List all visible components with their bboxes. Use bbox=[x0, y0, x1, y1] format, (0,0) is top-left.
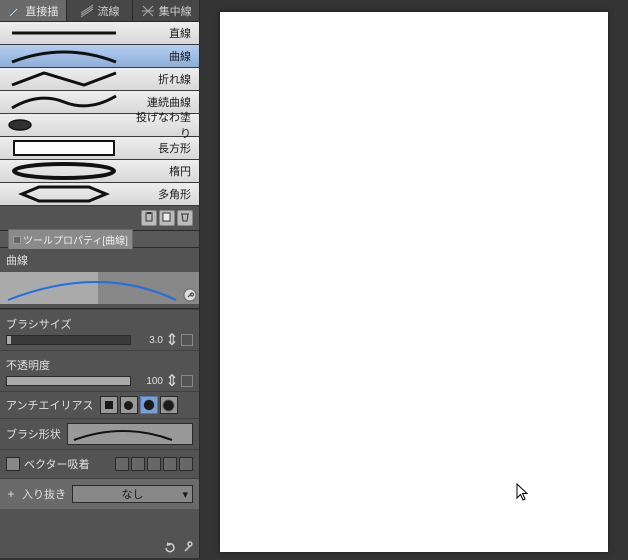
tool-label: 多角形 bbox=[128, 186, 199, 202]
inout-value: なし bbox=[122, 486, 144, 502]
vector-snap-options bbox=[115, 457, 193, 471]
tool-row-line[interactable]: 直線 bbox=[0, 22, 199, 45]
tool-label: 折れ線 bbox=[128, 71, 199, 87]
tool-property-tab[interactable]: ツールプロパティ[曲線] bbox=[8, 229, 133, 249]
vector-snap-opt-5[interactable] bbox=[179, 457, 193, 471]
vector-snap-opt-2[interactable] bbox=[131, 457, 145, 471]
focusline-icon bbox=[141, 4, 155, 18]
trash-icon bbox=[180, 209, 190, 227]
brush-size-stepper[interactable]: ⇕ bbox=[167, 334, 177, 346]
tool-row-curve[interactable]: 曲線 bbox=[0, 45, 199, 68]
brush-shape-label: ブラシ形状 bbox=[6, 426, 61, 442]
clipboard-button[interactable] bbox=[141, 210, 157, 226]
inout-select[interactable]: なし ▾ bbox=[72, 485, 193, 503]
curve-preview bbox=[0, 272, 199, 304]
antialias-option-none[interactable] bbox=[100, 396, 118, 414]
opacity-value[interactable]: 100 bbox=[135, 376, 163, 387]
reset-button[interactable] bbox=[163, 541, 177, 555]
mode-tab-label: 流線 bbox=[98, 3, 120, 19]
tool-label: 連続曲線 bbox=[128, 94, 199, 110]
tool-preview-rectangle bbox=[0, 137, 128, 159]
tool-label: 楕円 bbox=[128, 163, 199, 179]
tool-label: 曲線 bbox=[128, 48, 199, 64]
plus-icon: + bbox=[7, 487, 14, 501]
wrench-icon bbox=[181, 542, 195, 559]
tool-preview-curve bbox=[0, 45, 128, 67]
inout-expand-button[interactable]: + bbox=[6, 487, 16, 501]
trash-button[interactable] bbox=[177, 210, 193, 226]
brush-size-link-toggle[interactable] bbox=[181, 334, 193, 346]
tool-preview-polygon bbox=[0, 183, 128, 205]
brush-size-value[interactable]: 3.0 bbox=[135, 335, 163, 346]
mode-tab-label: 直接描 bbox=[25, 3, 58, 19]
sheet-icon bbox=[162, 209, 172, 227]
vector-snap-checkbox[interactable] bbox=[6, 457, 20, 471]
tool-list: 直線 曲線 折れ線 連続曲線 投げなわ塗り 長方形 楕円 多角形 bbox=[0, 22, 199, 206]
preview-title: 曲線 bbox=[0, 248, 199, 272]
tool-row-polygon[interactable]: 多角形 bbox=[0, 183, 199, 206]
wrench-button[interactable] bbox=[181, 541, 195, 555]
aa-med-icon bbox=[144, 400, 154, 410]
mode-tab-focusline[interactable]: 集中線 bbox=[133, 0, 199, 21]
chevron-down-icon: ▾ bbox=[182, 488, 188, 501]
mode-tab-direct-draw[interactable]: 直接描 bbox=[0, 0, 67, 21]
mode-tab-streamline[interactable]: 流線 bbox=[67, 0, 134, 21]
vector-snap-opt-3[interactable] bbox=[147, 457, 161, 471]
vector-snap-opt-4[interactable] bbox=[163, 457, 177, 471]
tool-row-polyline[interactable]: 折れ線 bbox=[0, 68, 199, 91]
reset-icon bbox=[163, 542, 177, 559]
antialias-option-medium[interactable] bbox=[140, 396, 158, 414]
chevron-updown-icon: ⇕ bbox=[165, 330, 178, 350]
tool-preview-polyline bbox=[0, 68, 128, 90]
vector-snap-label: ベクター吸着 bbox=[24, 456, 90, 472]
clipboard-icon bbox=[144, 209, 154, 227]
tool-preview-line bbox=[0, 22, 128, 44]
tool-label: 投げなわ塗り bbox=[128, 109, 199, 141]
tool-label: 直線 bbox=[128, 25, 199, 41]
opacity-stepper[interactable]: ⇕ bbox=[167, 375, 177, 387]
antialias-option-weak[interactable] bbox=[120, 396, 138, 414]
chevron-updown-icon: ⇕ bbox=[165, 371, 178, 391]
mode-tab-label: 集中線 bbox=[159, 3, 192, 19]
inout-label: 入り抜き bbox=[22, 486, 66, 502]
brush-size-slider[interactable] bbox=[6, 335, 131, 345]
tab-icon bbox=[13, 236, 21, 244]
opacity-slider[interactable] bbox=[6, 376, 131, 386]
tool-preview-continuous-curve bbox=[0, 91, 128, 113]
antialias-option-strong[interactable] bbox=[160, 396, 178, 414]
settings-button[interactable] bbox=[183, 288, 197, 302]
pencil-icon bbox=[7, 4, 21, 18]
tool-row-rectangle[interactable]: 長方形 bbox=[0, 137, 199, 160]
tool-row-ellipse[interactable]: 楕円 bbox=[0, 160, 199, 183]
tool-property-tab-label: ツールプロパティ[曲線] bbox=[23, 232, 128, 247]
tool-label: 長方形 bbox=[128, 140, 199, 156]
new-sheet-button[interactable] bbox=[159, 210, 175, 226]
opacity-link-toggle[interactable] bbox=[181, 375, 193, 387]
aa-none-icon bbox=[105, 401, 113, 409]
brush-shape-preview[interactable] bbox=[67, 423, 193, 445]
antialias-label: アンチエイリアス bbox=[6, 397, 94, 413]
tool-preview-lasso bbox=[0, 114, 128, 136]
aa-weak-icon bbox=[124, 401, 133, 410]
vector-snap-opt-1[interactable] bbox=[115, 457, 129, 471]
streamline-icon bbox=[80, 4, 94, 18]
tool-row-lasso-fill[interactable]: 投げなわ塗り bbox=[0, 114, 199, 137]
tool-preview-ellipse bbox=[0, 160, 128, 182]
canvas[interactable] bbox=[220, 12, 608, 552]
aa-strong-icon bbox=[163, 400, 174, 411]
